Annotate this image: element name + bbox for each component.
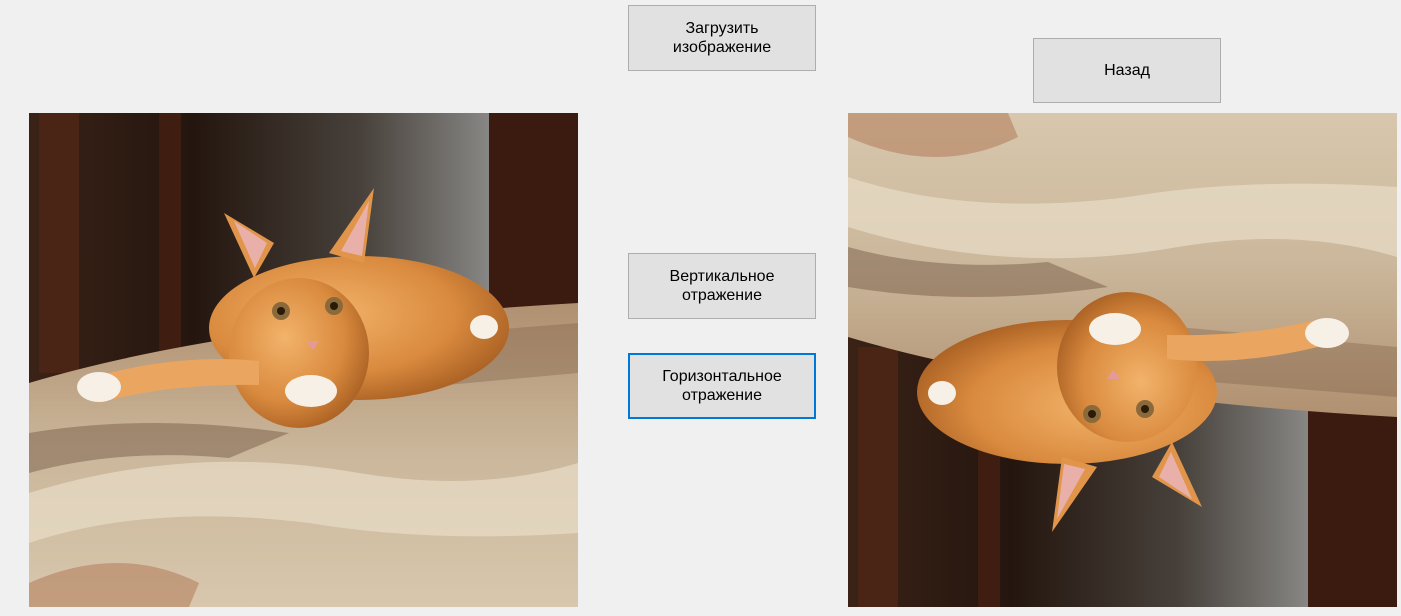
horizontal-flip-button[interactable]: Горизонтальное отражение: [628, 353, 816, 419]
cat-photo: [29, 113, 578, 607]
original-image: [29, 113, 578, 607]
flipped-image: [848, 113, 1397, 607]
load-image-button[interactable]: Загрузить изображение: [628, 5, 816, 71]
vertical-flip-button[interactable]: Вертикальное отражение: [628, 253, 816, 319]
back-button[interactable]: Назад: [1033, 38, 1221, 103]
cat-photo-flipped: [848, 113, 1397, 607]
